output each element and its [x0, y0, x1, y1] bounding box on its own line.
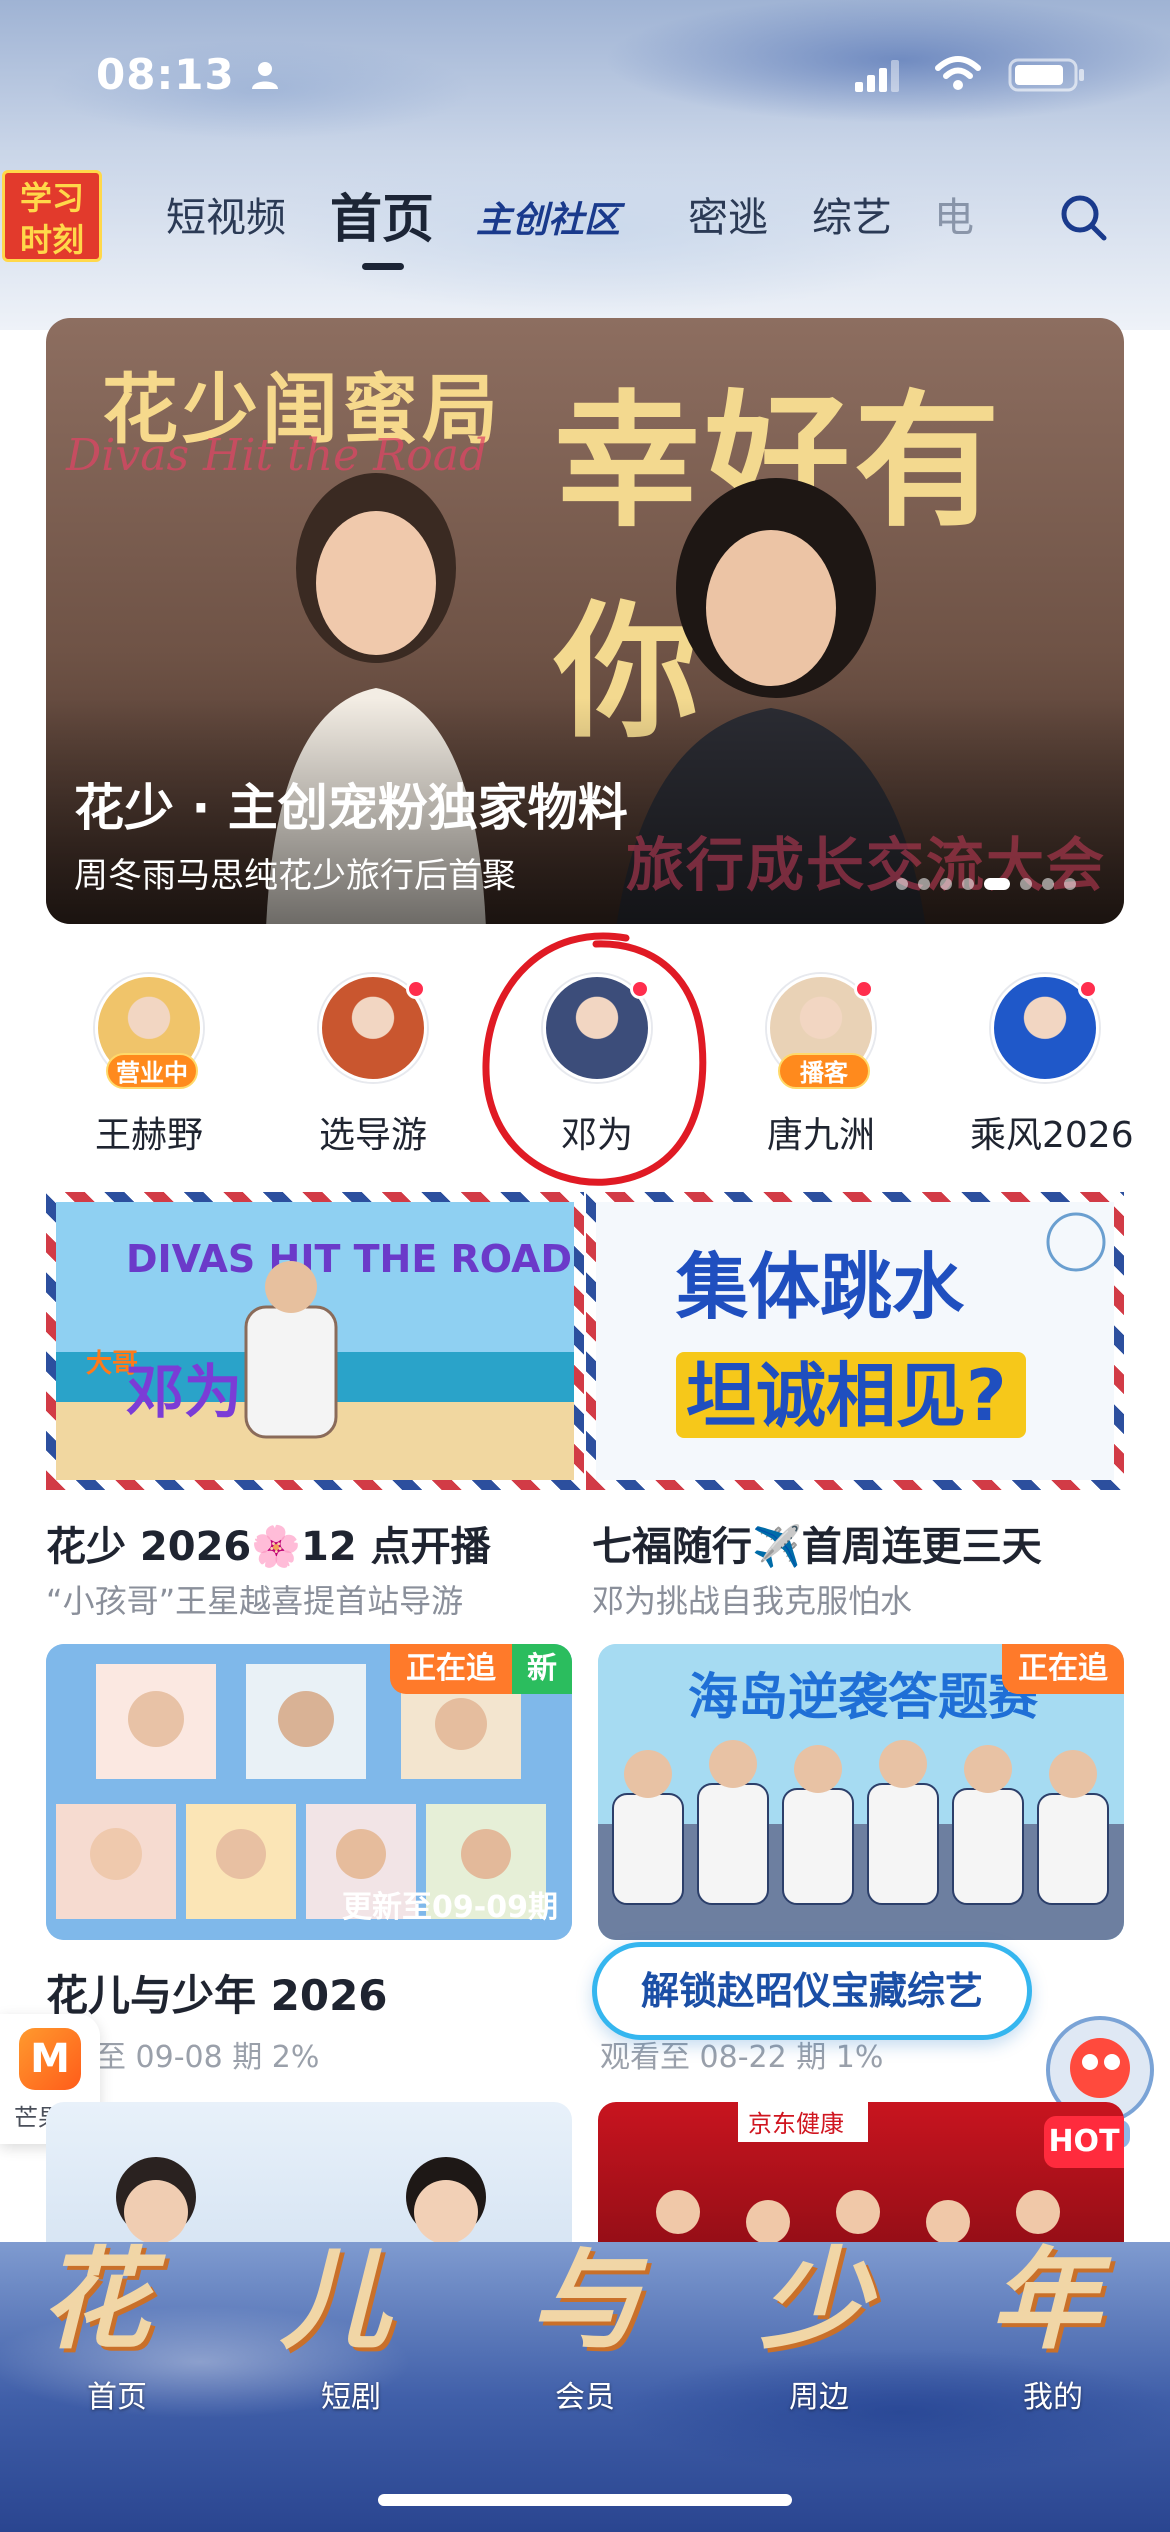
tab-short-drama[interactable]: 短剧: [286, 2372, 416, 2416]
banner-dot: [1042, 878, 1054, 890]
banner-dot: [962, 878, 974, 890]
tabbar-art-char-2: 儿: [280, 2235, 390, 2364]
star-name: 选导游: [318, 1115, 427, 1156]
star-item[interactable]: 乘风2026: [970, 974, 1134, 1158]
show-card-island[interactable]: 海岛逆袭答题赛 正在追: [598, 1644, 1124, 1940]
person-icon: [252, 62, 278, 89]
signal-icon: [855, 60, 899, 92]
feature-card-divas[interactable]: DIVAS HIT THE ROAD 大哥 邓为: [46, 1192, 584, 1490]
active-tab-indicator: [362, 263, 404, 270]
banner-dot: [1064, 878, 1076, 890]
star-item[interactable]: 选导游: [298, 974, 448, 1158]
tab-home-bottom[interactable]: 首页: [52, 2372, 182, 2416]
show-title-1[interactable]: 花儿与少年 2026: [46, 1962, 388, 2023]
hero-banner[interactable]: 花少闺蜜局 Divas Hit the Road 幸好有你 旅行成长交流大会 花…: [46, 318, 1124, 924]
status-time: 08:13: [96, 50, 235, 99]
star-avatar[interactable]: 播客: [767, 974, 875, 1089]
tab-merch[interactable]: 周边: [754, 2372, 884, 2416]
feature-card-dive[interactable]: 集体跳水 坦诚相见?: [586, 1192, 1124, 1490]
tab-short-video[interactable]: 短视频: [166, 185, 286, 243]
star-item[interactable]: 播客唐九洲: [746, 974, 896, 1158]
banner-page-indicator: [896, 878, 1076, 892]
update-label: 更新至09-09期: [342, 1890, 558, 1925]
feature-art-dive: 集体跳水 坦诚相见?: [596, 1202, 1114, 1480]
star-name: 唐九洲: [766, 1115, 875, 1156]
tabbar-art-char-1: 花: [40, 2235, 150, 2364]
unlock-variety-tooltip[interactable]: 解锁赵昭仪宝藏综艺: [592, 1942, 1032, 2040]
star-avatar[interactable]: [991, 974, 1099, 1082]
show-art-title: 海岛逆袭答题赛: [688, 1668, 1039, 1726]
banner-dot: [896, 878, 908, 890]
tabbar-art-char-4: 少: [760, 2235, 870, 2364]
banner-subtitle: 周冬雨马思纯花少旅行后首聚: [74, 856, 516, 896]
feature-subtitle-1: “小孩哥”王星越喜提首站导游: [46, 1582, 464, 1620]
home-indicator: [378, 2494, 792, 2506]
unread-dot: [854, 979, 874, 999]
status-bar: 08:13: [0, 0, 1170, 150]
banner-dot: [940, 878, 952, 890]
tab-vip[interactable]: 会员: [520, 2372, 650, 2416]
banner-title: 花少 · 主创宠粉独家物料: [74, 779, 628, 837]
red-annotation-circle: [482, 932, 707, 1186]
battery-icon: [1008, 58, 1084, 92]
feature-art-line1: 集体跳水: [675, 1245, 965, 1329]
tabbar-art-char-5: 年: [990, 2235, 1100, 2364]
feature-art-beach: DIVAS HIT THE ROAD 大哥 邓为: [56, 1202, 574, 1480]
feature-title-2[interactable]: 七福随行✈️首周连更三天: [592, 1514, 1042, 1572]
show-progress-1: 看至 09-08 期 2%: [66, 2040, 320, 2075]
feature-art-name: 邓为: [126, 1358, 242, 1426]
feature-title-1[interactable]: 花少 2026🌸12 点开播: [46, 1514, 491, 1572]
wifi-icon: [935, 56, 981, 90]
feature-subtitle-2: 邓为挑战自我克服怕水: [592, 1582, 913, 1620]
mango-logo-icon: M: [19, 2028, 81, 2090]
concert-sign-text: 京东健康: [748, 2110, 844, 2138]
unread-dot: [406, 979, 426, 999]
tab-escape-room[interactable]: 密逃: [688, 185, 768, 243]
star-item[interactable]: 营业中王赫野: [74, 974, 224, 1158]
search-icon[interactable]: [1058, 192, 1110, 244]
feature-art-line2: 坦诚相见?: [686, 1355, 1007, 1437]
banner-dot: [984, 878, 1010, 890]
unread-dot: [1078, 979, 1098, 999]
new-badge: 新: [512, 1644, 572, 1694]
star-name: 王赫野: [94, 1115, 203, 1156]
top-nav: 短视频 首页 主创社区 密逃 综艺 电: [0, 165, 1170, 275]
banner-dot: [918, 878, 930, 890]
feature-art-title: DIVAS HIT THE ROAD: [126, 1237, 572, 1281]
star-avatar[interactable]: 营业中: [95, 974, 203, 1089]
avatar-status-tag: 营业中: [106, 1053, 198, 1089]
tab-creator-community[interactable]: 主创社区: [476, 191, 620, 243]
banner-dot: [1020, 878, 1032, 890]
chasing-badge: 正在追: [390, 1644, 512, 1694]
tab-home[interactable]: 首页: [330, 177, 434, 252]
hot-badge: HOT: [1044, 2116, 1124, 2168]
tab-variety[interactable]: 综艺: [812, 185, 892, 243]
tabbar-art-char-3: 与: [530, 2235, 640, 2364]
tab-mine[interactable]: 我的: [988, 2372, 1118, 2416]
show-card-flowers[interactable]: 正在追 新 更新至09-09期: [46, 1644, 572, 1940]
star-avatar[interactable]: [319, 974, 427, 1082]
star-name: 乘风2026: [970, 1115, 1134, 1156]
avatar-status-tag: 播客: [778, 1053, 870, 1089]
tab-tv[interactable]: 电: [934, 185, 974, 243]
chasing-badge: 正在追: [1002, 1644, 1124, 1694]
